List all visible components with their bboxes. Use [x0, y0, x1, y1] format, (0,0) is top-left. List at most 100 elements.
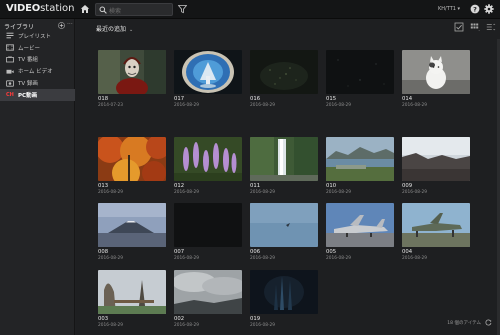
ch-icon: CH	[6, 91, 14, 98]
video-thumbnail[interactable]	[98, 50, 166, 94]
video-date: 2016-08-29	[174, 103, 199, 108]
search-input[interactable]: 検索	[109, 6, 121, 15]
video-thumbnail[interactable]	[98, 270, 166, 314]
video-tile[interactable]: 018 2014-07-23	[98, 50, 166, 108]
video-date: 2016-08-29	[98, 323, 123, 328]
video-thumbnail[interactable]	[250, 137, 318, 181]
video-title: 003	[98, 316, 109, 322]
refresh-icon[interactable]	[485, 319, 492, 326]
select-icon[interactable]	[454, 22, 464, 32]
video-tile[interactable]: 012 2016-08-29	[174, 137, 242, 195]
video-tile[interactable]: 006 2016-08-29	[250, 203, 318, 261]
video-thumbnail[interactable]	[250, 203, 318, 247]
sort-icon[interactable]	[486, 22, 496, 32]
video-title: 013	[98, 183, 109, 189]
app-logo: VIDEO station	[6, 3, 75, 16]
item-count: 18 個のアイテム	[447, 320, 481, 326]
search-icon	[99, 6, 107, 14]
sidebar-item-label: ムービー	[18, 45, 41, 52]
video-title: 016	[250, 96, 261, 102]
filter-icon[interactable]	[178, 4, 187, 14]
video-date: 2016-08-29	[98, 256, 123, 261]
video-tile[interactable]: 005 2016-08-29	[326, 203, 394, 261]
video-tile[interactable]: 014 2016-08-29	[402, 50, 470, 108]
video-title: 008	[98, 249, 109, 255]
video-thumbnail[interactable]	[174, 137, 242, 181]
grid-view-icon[interactable]	[470, 22, 480, 32]
video-tile[interactable]: 002 2016-08-29	[174, 270, 242, 328]
search-box[interactable]: 検索	[95, 3, 173, 16]
video-thumbnail[interactable]	[402, 203, 470, 247]
video-tile[interactable]: 008 2016-08-29	[98, 203, 166, 261]
video-thumbnail[interactable]	[98, 137, 166, 181]
video-date: 2016-08-29	[326, 103, 351, 108]
video-tile[interactable]: 003 2016-08-29	[98, 270, 166, 328]
video-tile[interactable]: 017 2016-08-29	[174, 50, 242, 108]
video-title: 018	[98, 96, 109, 102]
sidebar-item-movies[interactable]: ムービー	[0, 42, 75, 54]
sidebar-item-pc-videos[interactable]: CH PC動画	[0, 88, 75, 101]
video-tile[interactable]: 004 2016-08-29	[402, 203, 470, 261]
video-thumbnail[interactable]	[250, 270, 318, 314]
video-thumbnail[interactable]	[174, 270, 242, 314]
video-date: 2016-08-29	[250, 323, 275, 328]
video-tile[interactable]: 010 2016-08-29	[326, 137, 394, 195]
section-title: 最近の追加	[96, 26, 127, 33]
add-library-icon[interactable]	[58, 22, 65, 29]
video-title: 015	[326, 96, 337, 102]
view-tools	[454, 22, 496, 32]
help-icon[interactable]: ?	[470, 4, 480, 14]
status-footer: 18 個のアイテム	[447, 319, 492, 326]
video-date: 2016-08-29	[326, 190, 351, 195]
video-date: 2016-08-29	[250, 256, 275, 261]
sidebar-item-tv-shows[interactable]: TV 番組	[0, 54, 75, 66]
video-thumbnail[interactable]	[250, 50, 318, 94]
user-menu[interactable]: KH/TT1 ▾	[438, 6, 460, 12]
video-title: 014	[402, 96, 413, 102]
more-options-icon[interactable]: ···	[67, 21, 73, 28]
home-icon[interactable]	[80, 4, 90, 14]
video-title: 011	[250, 183, 261, 189]
video-title: 004	[402, 249, 413, 255]
video-title: 017	[174, 96, 185, 102]
sidebar-item-label: TV 録画	[18, 81, 38, 88]
video-title: 005	[326, 249, 337, 255]
video-title: 009	[402, 183, 413, 189]
video-thumbnail[interactable]	[402, 50, 470, 94]
video-thumbnail[interactable]	[402, 137, 470, 181]
video-tile[interactable]: 013 2016-08-29	[98, 137, 166, 195]
video-thumbnail[interactable]	[326, 50, 394, 94]
video-tile[interactable]: 019 2016-08-29	[250, 270, 318, 328]
sidebar-item-home-videos[interactable]: ホーム ビデオ	[0, 65, 75, 77]
video-date: 2016-08-29	[326, 256, 351, 261]
video-tile[interactable]: 016 2016-08-29	[250, 50, 318, 108]
playlist-icon	[6, 33, 14, 39]
video-date: 2016-08-29	[402, 103, 427, 108]
gear-icon[interactable]	[484, 4, 494, 14]
video-thumbnail[interactable]	[326, 203, 394, 247]
video-thumbnail[interactable]	[326, 137, 394, 181]
video-tile[interactable]: 015 2016-08-29	[326, 50, 394, 108]
home-video-icon	[6, 69, 14, 74]
video-thumbnail[interactable]	[98, 203, 166, 247]
sidebar-item-label: プレイリスト	[18, 33, 52, 40]
main-content: 最近の追加 ⌄ 018 2014-07-23 017 2016-08-29 01…	[76, 19, 500, 335]
tv-icon	[6, 55, 14, 63]
video-title: 012	[174, 183, 185, 189]
video-date: 2016-08-29	[98, 190, 123, 195]
video-tile[interactable]: 011 2016-08-29	[250, 137, 318, 195]
logo-video: VIDEO	[6, 3, 41, 14]
video-date: 2014-07-23	[98, 103, 123, 108]
video-tile[interactable]: 009 2016-08-29	[402, 137, 470, 195]
section-dropdown[interactable]: 最近の追加 ⌄	[96, 24, 133, 33]
chevron-down-icon: ⌄	[129, 27, 134, 33]
video-date: 2016-08-29	[174, 190, 199, 195]
sidebar-item-tv-recording[interactable]: TV 録画	[0, 77, 75, 89]
tv-recording-icon	[6, 79, 14, 87]
video-tile[interactable]: 007 2016-08-29	[174, 203, 242, 261]
sidebar-item-playlist[interactable]: プレイリスト	[0, 30, 75, 42]
video-thumbnail[interactable]	[174, 203, 242, 247]
video-date: 2016-08-29	[250, 190, 275, 195]
video-thumbnail[interactable]	[174, 50, 242, 94]
video-date: 2016-08-29	[250, 103, 275, 108]
